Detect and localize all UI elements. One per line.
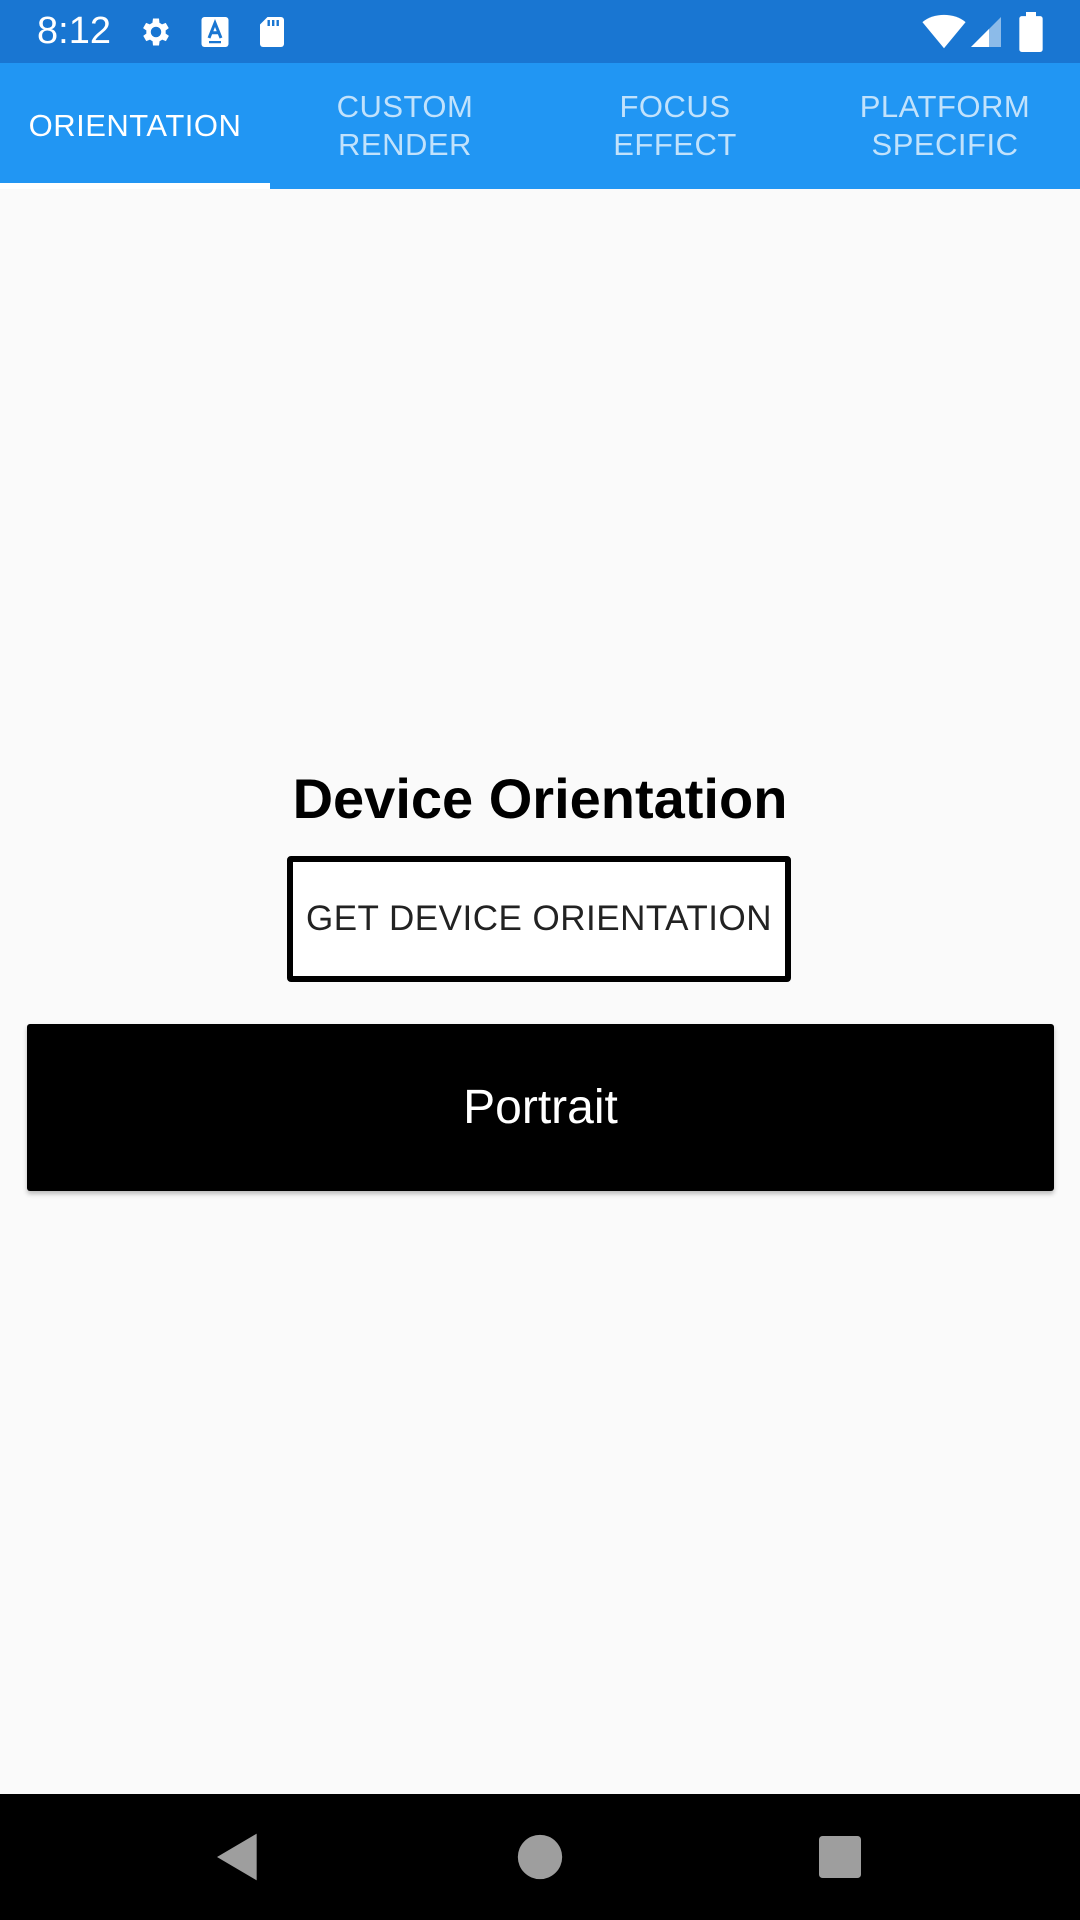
home-icon[interactable] [512,1829,568,1885]
status-time: 8:12 [37,10,111,52]
tab-bar: ORIENTATION CUSTOM RENDER FOCUS EFFECT P… [0,63,1080,189]
page-title: Device Orientation [292,767,788,830]
text-a-icon [197,14,233,50]
cell-signal-icon [968,14,1004,50]
navigation-bar [0,1794,1080,1920]
tab-label: FOCUS EFFECT [613,89,737,162]
status-bar: 8:12 [0,0,1080,63]
tab-focus-effect[interactable]: FOCUS EFFECT [540,63,810,189]
tab-platform-specific[interactable]: PLATFORM SPECIFIC [810,63,1080,189]
tab-label: CUSTOM RENDER [336,89,474,162]
recents-icon[interactable] [812,1829,868,1885]
tab-orientation[interactable]: ORIENTATION [0,63,270,189]
get-device-orientation-button[interactable]: GET DEVICE ORIENTATION [287,856,791,982]
wifi-icon [922,14,966,50]
orientation-result-display: Portrait [27,1024,1054,1191]
main-content: Device Orientation GET DEVICE ORIENTATIO… [0,189,1080,1794]
battery-icon [1018,12,1044,52]
tab-label: ORIENTATION [28,108,242,143]
screen: 8:12 ORIENTATION CUSTOM RENDER FOCUS EFF… [0,0,1080,1920]
back-icon[interactable] [210,1829,266,1885]
gear-icon [138,14,174,50]
tab-custom-render[interactable]: CUSTOM RENDER [270,63,540,189]
sd-card-icon [254,14,290,50]
tab-label: PLATFORM SPECIFIC [859,89,1031,162]
